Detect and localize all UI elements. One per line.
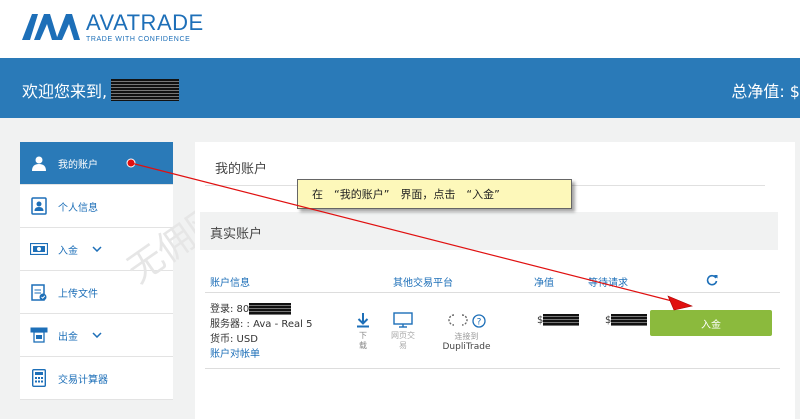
cash-icon xyxy=(30,240,48,258)
sidebar-item-upload-files[interactable]: 上传文件 xyxy=(20,271,173,314)
help-icon[interactable]: ? xyxy=(472,314,486,331)
redacted-pending-value xyxy=(611,314,648,326)
sidebar-item-personal-info[interactable]: 个人信息 xyxy=(20,185,173,228)
download-label: 载 xyxy=(359,341,367,350)
column-header-account-info: 账户信息 xyxy=(210,278,250,289)
column-header-pending: 等待请求 xyxy=(588,278,628,289)
download-button[interactable]: 下 载 xyxy=(353,312,373,351)
ava-logo-icon xyxy=(22,14,80,40)
brand-tagline: TRADE WITH CONFIDENCE xyxy=(86,35,191,43)
divider xyxy=(205,368,780,369)
sidebar-item-label: 入金 xyxy=(58,245,78,257)
login-label: 登录: 80 xyxy=(210,304,250,315)
avatrade-logo[interactable]: AVATRADE TRADE WITH CONFIDENCE xyxy=(22,9,204,43)
account-info: 登录: 80 服务器: : Ava - Real 5 货币: USD 账户对帐单 xyxy=(210,302,312,362)
calculator-icon xyxy=(30,369,48,387)
sidebar-item-label: 交易计算器 xyxy=(58,374,108,386)
total-net-value: 总净值: $ xyxy=(731,82,800,101)
net-value-cell: $ xyxy=(537,314,580,326)
chevron-down-icon xyxy=(92,244,102,255)
sidebar-item-label: 我的账户 xyxy=(58,159,98,171)
column-header-other-platforms: 其他交易平台 xyxy=(393,278,453,289)
upload-doc-icon xyxy=(30,283,48,301)
account-statement-link[interactable]: 账户对帐单 xyxy=(210,347,312,362)
download-label: 下 xyxy=(359,331,367,340)
welcome-banner: 欢迎您来到, 总净值: $ xyxy=(0,58,800,118)
web-trading-label: 网页交 xyxy=(391,331,415,340)
sidebar-item-label: 个人信息 xyxy=(58,202,98,214)
sidebar-item-deposit[interactable]: 入金 xyxy=(20,228,173,271)
sidebar-item-label: 出金 xyxy=(58,331,78,343)
redacted-username xyxy=(111,79,180,101)
deposit-button[interactable]: 入金 xyxy=(650,310,772,336)
sidebar-item-withdraw[interactable]: 出金 xyxy=(20,314,173,357)
sidebar-item-my-account[interactable]: 我的账户 xyxy=(20,142,173,185)
web-trading-label: 易 xyxy=(399,341,407,350)
divider xyxy=(205,292,780,293)
web-trading-button[interactable]: 网页交 易 xyxy=(390,312,416,351)
refresh-icon[interactable] xyxy=(706,274,718,289)
user-icon xyxy=(30,154,48,172)
id-card-icon xyxy=(30,197,48,215)
brand-name: AVATRADE xyxy=(86,9,204,35)
duplitrade-connect[interactable]: ? 连接到 DupliTrade xyxy=(439,312,494,352)
duplitrade-status: 连接到 xyxy=(454,332,479,341)
download-icon xyxy=(355,313,371,331)
duplitrade-name: DupliTrade xyxy=(442,342,491,352)
redacted-login xyxy=(249,303,292,315)
column-header-net-value: 净值 xyxy=(534,278,554,289)
sidebar-item-label: 上传文件 xyxy=(58,288,98,300)
svg-text:?: ? xyxy=(477,318,482,328)
top-header: AVATRADE TRADE WITH CONFIDENCE xyxy=(0,0,800,58)
redacted-net-value xyxy=(543,314,580,326)
welcome-text: 欢迎您来到, xyxy=(22,78,180,102)
sidebar-item-trading-calculator[interactable]: 交易计算器 xyxy=(20,357,173,400)
section-title: 真实账户 xyxy=(210,227,263,242)
currency-info: 货币: USD xyxy=(210,334,258,345)
server-info: 服务器: : Ava - Real 5 xyxy=(210,319,313,330)
monitor-icon xyxy=(393,312,413,331)
pending-cell: $ xyxy=(605,314,648,326)
real-account-section-header: 真实账户 xyxy=(200,212,778,250)
chain-link-icon xyxy=(447,314,473,331)
annotation-callout: 在 “我的账户” 界面，点击 “入金” xyxy=(297,179,572,209)
atm-icon xyxy=(30,326,48,344)
sidebar: 我的账户 个人信息 入金 上传文件 出金 交易计算器 xyxy=(20,142,173,400)
page-title: 我的账户 xyxy=(215,162,268,177)
welcome-label: 欢迎您来到, xyxy=(22,82,108,101)
chevron-down-icon xyxy=(92,330,102,341)
